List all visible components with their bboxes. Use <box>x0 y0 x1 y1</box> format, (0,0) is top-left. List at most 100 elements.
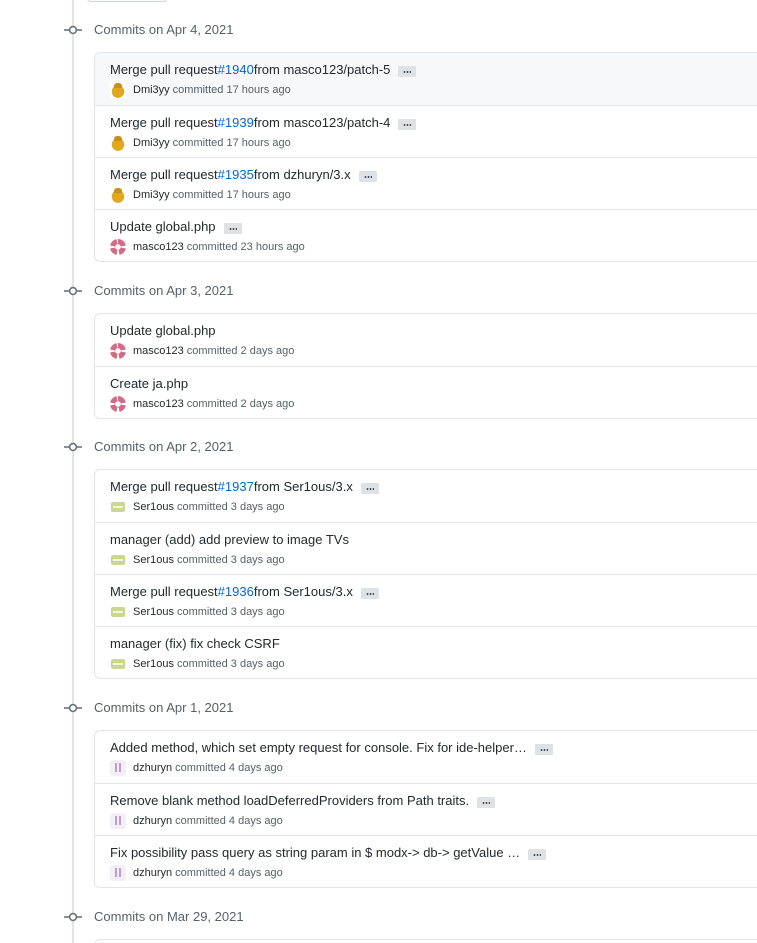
commit-row: Remove blank method loadDeferredProvider… <box>95 783 757 835</box>
commit-message-text[interactable]: Fix possibility pass query as string par… <box>110 845 520 861</box>
expand-message-button[interactable] <box>223 222 242 234</box>
commit-row: Fix possibility pass query as string par… <box>95 835 757 887</box>
pull-request-link[interactable]: #1937 <box>218 479 254 495</box>
commit-group: Commits on Mar 29, 2021 <box>0 905 757 929</box>
commit-message[interactable]: manager (add) add preview to image TVs <box>110 532 349 548</box>
ser1ous-avatar[interactable] <box>110 499 126 515</box>
ser1ous-avatar[interactable] <box>110 656 126 672</box>
commit-message[interactable]: Update global.php <box>110 219 242 235</box>
commit-group-date: Commits on Apr 1, 2021 <box>94 700 234 715</box>
commit-author[interactable]: masco123 <box>133 241 184 253</box>
commit-author[interactable]: Ser1ous <box>133 501 174 513</box>
commit-meta: masco123 committed 2 days ago <box>110 396 294 412</box>
commit-message-branch[interactable]: from dzhuryn/3.x <box>254 167 351 183</box>
commit-message-text[interactable]: Merge pull request <box>110 62 218 78</box>
commit-time: committed 17 hours ago <box>172 84 291 96</box>
commit-message[interactable]: Merge pull request #1940 from masco123/p… <box>110 62 417 78</box>
commit-message-text[interactable]: manager (fix) fix check CSRF <box>110 636 280 652</box>
commit-author[interactable]: Ser1ous <box>133 606 174 618</box>
masco123-avatar[interactable] <box>110 239 126 255</box>
commit-message[interactable]: Fix possibility pass query as string par… <box>110 845 547 861</box>
git-commit-icon <box>64 283 82 299</box>
commit-group: Commits on Apr 3, 2021 <box>0 279 757 303</box>
commit-author[interactable]: Dmi3yy <box>133 137 170 149</box>
masco123-avatar[interactable] <box>110 343 126 359</box>
commit-meta: Dmi3yy committed 17 hours ago <box>110 187 291 203</box>
commit-group-header: Commits on Apr 1, 2021 <box>0 696 757 720</box>
commit-author[interactable]: Dmi3yy <box>133 84 170 96</box>
commit-time: committed 3 days ago <box>176 501 285 513</box>
expand-message-button[interactable] <box>477 796 496 808</box>
dzhuryn-avatar[interactable] <box>110 813 126 829</box>
pull-request-link[interactable]: #1940 <box>218 62 254 78</box>
commit-author[interactable]: dzhuryn <box>133 815 172 827</box>
commit-author[interactable]: masco123 <box>133 345 184 357</box>
commit-author[interactable]: Dmi3yy <box>133 189 170 201</box>
commit-row: Merge pull request #1940 from masco123/p… <box>95 53 757 105</box>
expand-message-button[interactable] <box>528 848 547 860</box>
commit-author[interactable]: masco123 <box>133 398 184 410</box>
commit-row: manager (add) add preview to image TVs Se… <box>95 522 757 574</box>
commit-message[interactable]: Update global.php <box>110 323 216 339</box>
commit-message-text[interactable]: Added method, which set empty request fo… <box>110 740 527 756</box>
commit-meta: Dmi3yy committed 17 hours ago <box>110 135 291 151</box>
commit-group-header: Commits on Apr 2, 2021 <box>0 435 757 459</box>
commit-message-text[interactable]: manager (add) add preview to image TVs <box>110 532 349 548</box>
expand-message-button[interactable] <box>358 170 377 182</box>
git-commit-icon <box>64 439 82 455</box>
commit-message-branch[interactable]: from Ser1ous/3.x <box>254 479 353 495</box>
commit-author[interactable]: Ser1ous <box>133 658 174 670</box>
commit-message[interactable]: Merge pull request #1935 from dzhuryn/3.… <box>110 167 377 183</box>
commit-message-branch[interactable]: from masco123/patch-5 <box>254 62 391 78</box>
dzhuryn-avatar[interactable] <box>110 865 126 881</box>
timeline-line <box>72 0 74 943</box>
commit-message-text[interactable]: Merge pull request <box>110 584 218 600</box>
commit-message-text[interactable]: Update global.php <box>110 219 216 235</box>
commit-group-header: Commits on Apr 3, 2021 <box>0 279 757 303</box>
commit-message-branch[interactable]: from masco123/patch-4 <box>254 115 391 131</box>
commit-group: Commits on Apr 1, 2021 <box>0 696 757 720</box>
previous-button-stub[interactable] <box>86 0 168 2</box>
commit-author[interactable]: dzhuryn <box>133 867 172 879</box>
dmi3yy-avatar[interactable] <box>110 135 126 151</box>
expand-message-button[interactable] <box>360 587 379 599</box>
pull-request-link[interactable]: #1936 <box>218 584 254 600</box>
expand-message-button[interactable] <box>360 482 379 494</box>
ser1ous-avatar[interactable] <box>110 552 126 568</box>
commit-message-text[interactable]: Remove blank method loadDeferredProvider… <box>110 793 469 809</box>
commit-row: Create ja.php masco123 committed 2 days ag… <box>95 366 757 418</box>
dmi3yy-avatar[interactable] <box>110 187 126 203</box>
commit-meta: dzhuryn committed 4 days ago <box>110 865 283 881</box>
commit-meta: dzhuryn committed 4 days ago <box>110 813 283 829</box>
commit-message[interactable]: Added method, which set empty request fo… <box>110 740 553 756</box>
commit-message-text[interactable]: Merge pull request <box>110 115 218 131</box>
pull-request-link[interactable]: #1939 <box>218 115 254 131</box>
commit-message-text[interactable]: Merge pull request <box>110 479 218 495</box>
commit-row: Merge pull request #1935 from dzhuryn/3.… <box>95 157 757 209</box>
dmi3yy-avatar[interactable] <box>110 82 126 98</box>
commit-message[interactable]: Create ja.php <box>110 376 188 392</box>
commit-row: Merge pull request #1936 from Ser1ous/3.… <box>95 574 757 626</box>
commit-message-text[interactable]: Merge pull request <box>110 167 218 183</box>
commit-time: committed 2 days ago <box>186 345 295 357</box>
commit-group-header: Commits on Mar 29, 2021 <box>0 905 757 929</box>
commit-row: Merge pull request #1937 from Ser1ous/3.… <box>95 470 757 522</box>
commit-message[interactable]: Remove blank method loadDeferredProvider… <box>110 793 496 809</box>
commit-author[interactable]: Ser1ous <box>133 554 174 566</box>
commit-message-text[interactable]: Update global.php <box>110 323 216 339</box>
commit-message[interactable]: Merge pull request #1936 from Ser1ous/3.… <box>110 584 379 600</box>
dzhuryn-avatar[interactable] <box>110 760 126 776</box>
commit-meta: masco123 committed 2 days ago <box>110 343 294 359</box>
expand-message-button[interactable] <box>398 65 417 77</box>
commit-message[interactable]: Merge pull request #1939 from masco123/p… <box>110 115 417 131</box>
masco123-avatar[interactable] <box>110 396 126 412</box>
ser1ous-avatar[interactable] <box>110 604 126 620</box>
expand-message-button[interactable] <box>534 743 553 755</box>
expand-message-button[interactable] <box>398 118 417 130</box>
commit-message[interactable]: manager (fix) fix check CSRF <box>110 636 280 652</box>
commit-author[interactable]: dzhuryn <box>133 762 172 774</box>
pull-request-link[interactable]: #1935 <box>218 167 254 183</box>
commit-message[interactable]: Merge pull request #1937 from Ser1ous/3.… <box>110 479 379 495</box>
commit-message-branch[interactable]: from Ser1ous/3.x <box>254 584 353 600</box>
commit-message-text[interactable]: Create ja.php <box>110 376 188 392</box>
